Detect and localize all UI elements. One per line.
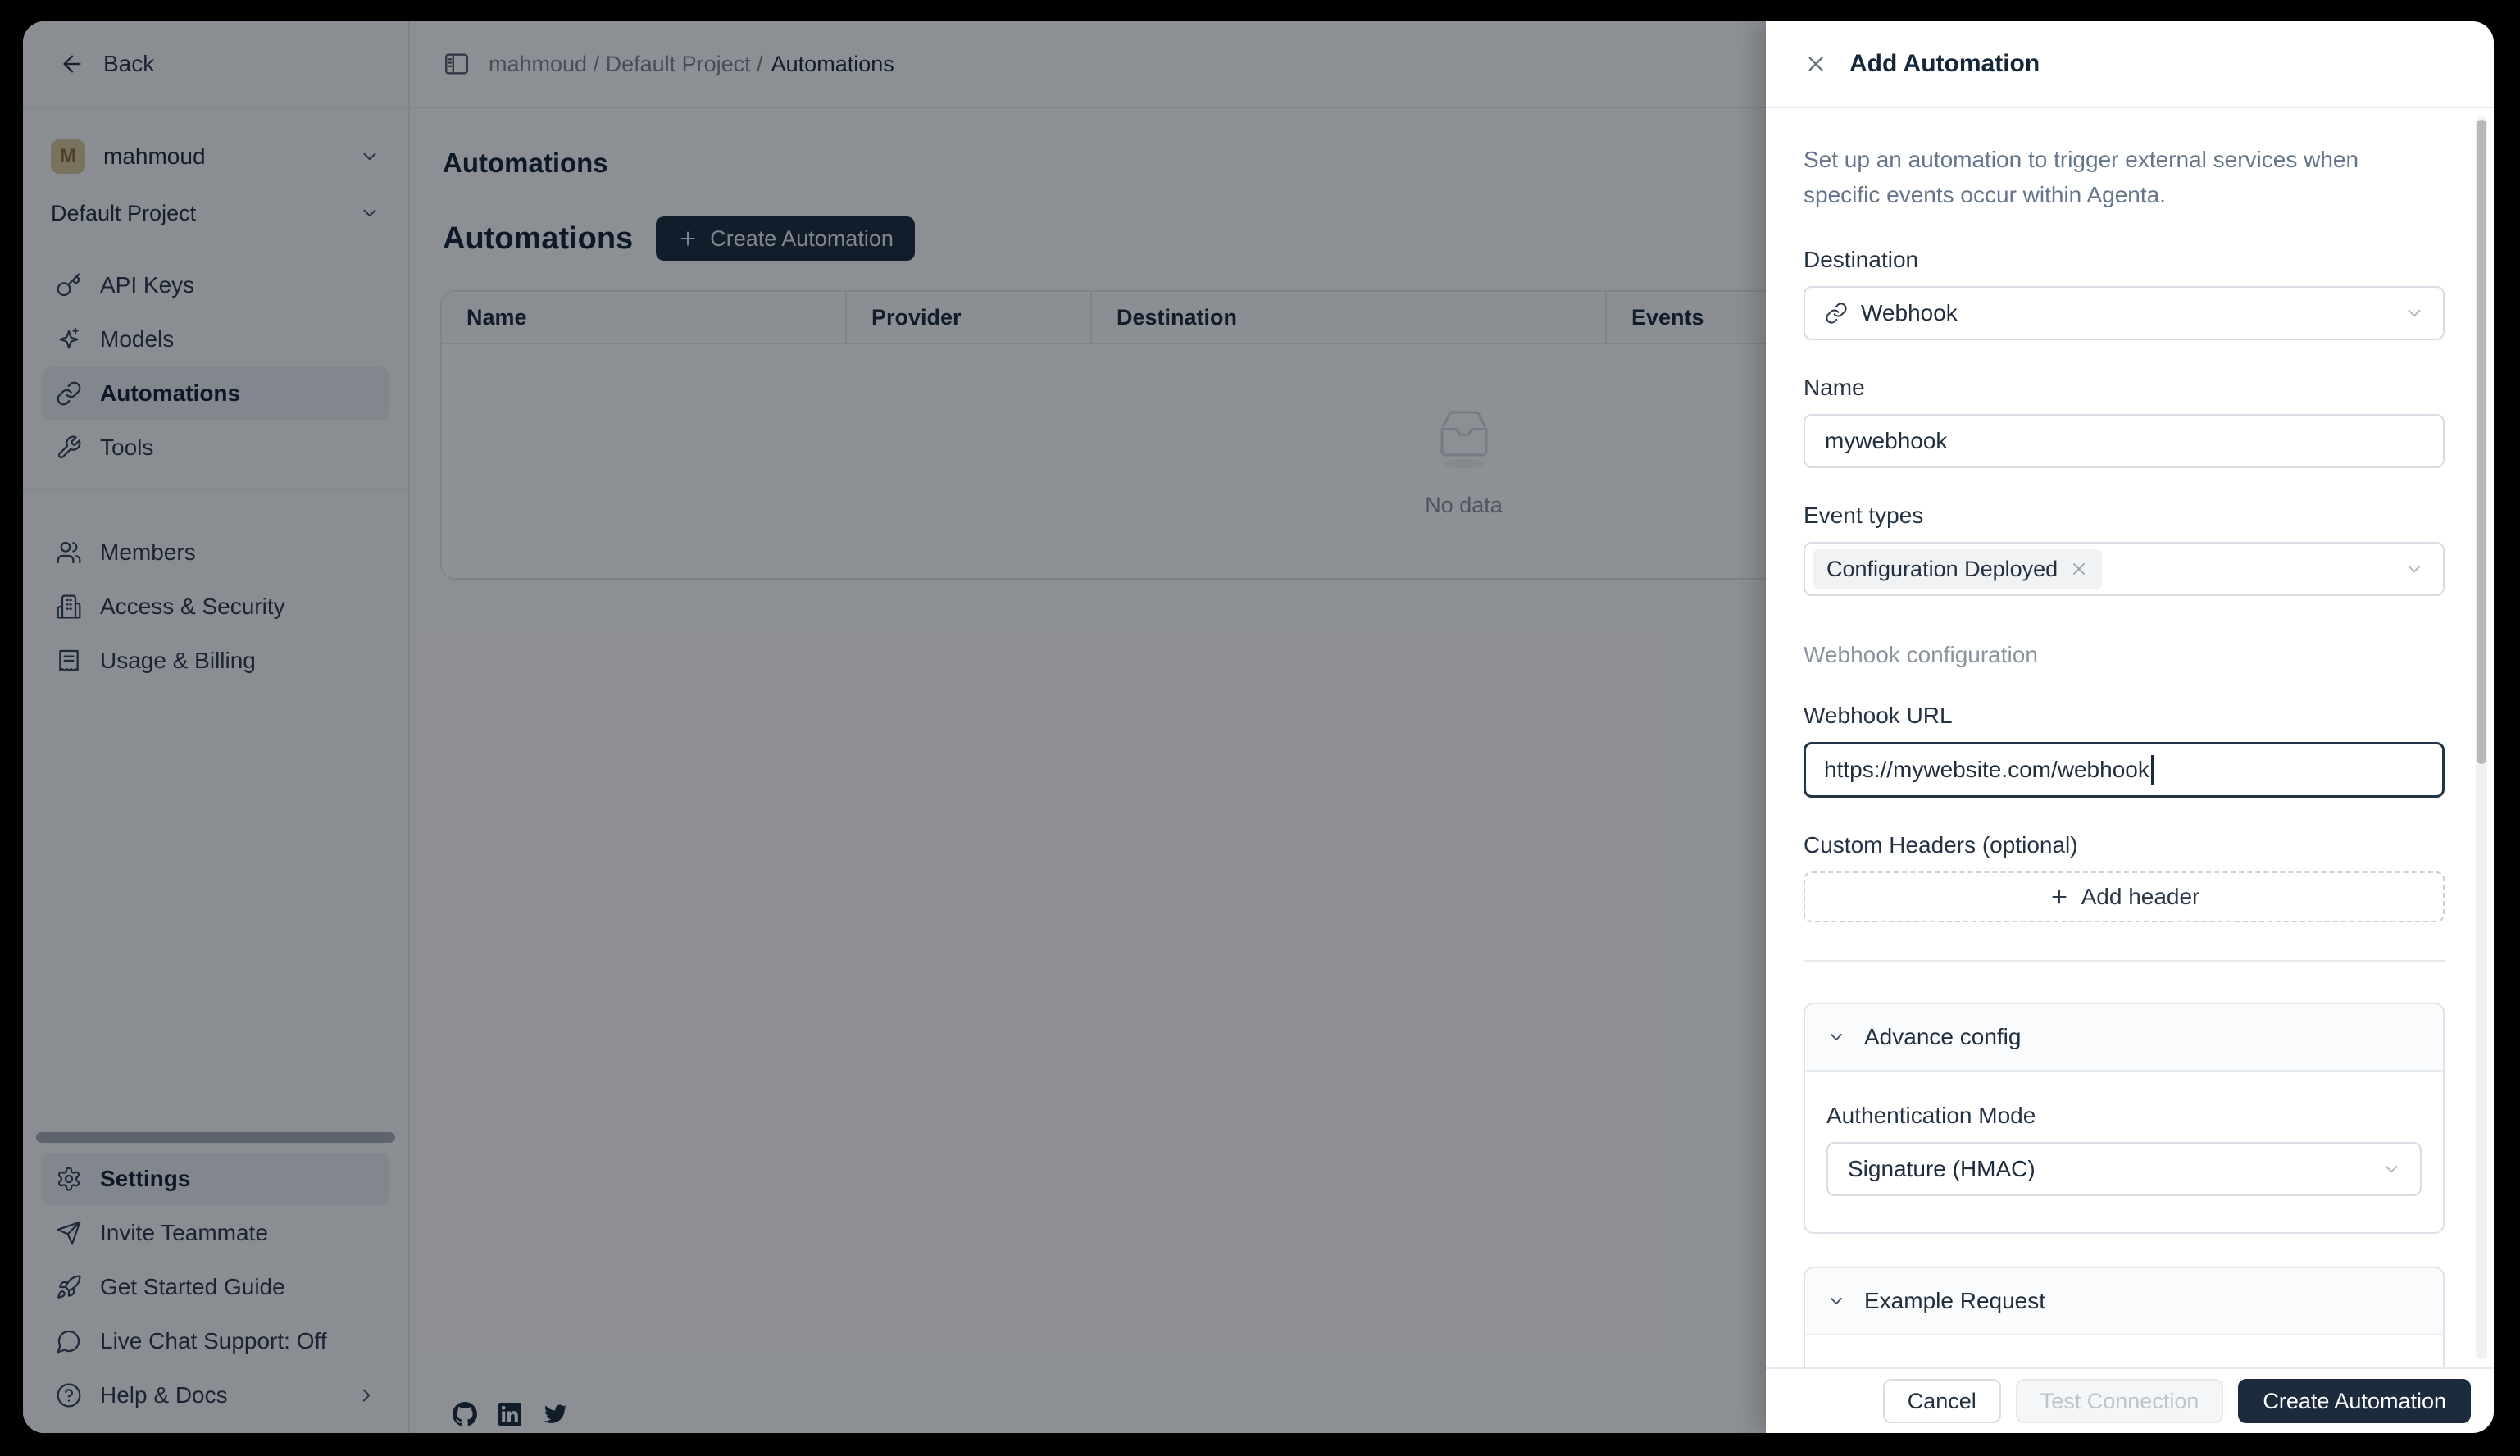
add-automation-drawer: Add Automation Set up an automation to t… <box>1766 21 2494 1433</box>
close-icon[interactable] <box>1804 52 1828 76</box>
chevron-down-icon <box>2404 558 2425 580</box>
drawer-body: Set up an automation to trigger external… <box>1766 108 2494 1367</box>
event-type-tag: Configuration Deployed <box>1813 549 2102 589</box>
advance-config-panel: Advance config Authentication Mode Signa… <box>1804 1003 2445 1234</box>
example-request-title: Example Request <box>1864 1288 2045 1314</box>
link-icon <box>1825 302 1848 325</box>
webhook-configuration-label: Webhook configuration <box>1804 642 2443 668</box>
webhook-url-value: https://mywebsite.com/webhook <box>1824 757 2149 783</box>
chevron-down-icon <box>1826 1027 1846 1047</box>
example-request-panel: Example Request EXAMPLE HTTP REQUEST POS… <box>1804 1267 2445 1367</box>
drawer-title: Add Automation <box>1849 50 2040 78</box>
create-automation-submit-button[interactable]: Create Automation <box>2238 1379 2471 1423</box>
event-types-label: Event types <box>1804 503 2443 529</box>
drawer-description: Set up an automation to trigger external… <box>1804 143 2427 212</box>
drawer-scrollbar-thumb[interactable] <box>2477 120 2486 764</box>
chevron-down-icon <box>2404 303 2425 324</box>
example-request-header[interactable]: Example Request <box>1805 1268 2443 1335</box>
remove-tag-icon[interactable] <box>2069 559 2089 579</box>
webhook-url-label: Webhook URL <box>1804 703 2443 729</box>
destination-value: Webhook <box>1861 300 1958 326</box>
authentication-mode-label: Authentication Mode <box>1826 1103 2422 1129</box>
cancel-button[interactable]: Cancel <box>1883 1379 2001 1423</box>
authentication-mode-select[interactable]: Signature (HMAC) <box>1826 1142 2422 1196</box>
name-input[interactable] <box>1804 414 2445 468</box>
add-header-button[interactable]: Add header <box>1804 871 2445 922</box>
webhook-url-input[interactable]: https://mywebsite.com/webhook <box>1804 742 2445 798</box>
plus-icon <box>2049 886 2070 908</box>
test-connection-button[interactable]: Test Connection <box>2016 1379 2224 1423</box>
advance-config-header[interactable]: Advance config <box>1805 1004 2443 1072</box>
name-label: Name <box>1804 375 2443 401</box>
add-header-label: Add header <box>2081 884 2200 910</box>
chevron-down-icon <box>2381 1158 2402 1180</box>
event-type-tag-label: Configuration Deployed <box>1826 557 2058 582</box>
event-types-select[interactable]: Configuration Deployed <box>1804 542 2445 596</box>
drawer-scrollbar[interactable] <box>2476 116 2487 1359</box>
text-caret <box>2151 755 2154 785</box>
chevron-down-icon <box>1826 1291 1846 1311</box>
destination-label: Destination <box>1804 247 2443 273</box>
drawer-header: Add Automation <box>1766 21 2494 108</box>
advance-config-title: Advance config <box>1864 1024 2021 1050</box>
drawer-footer: Cancel Test Connection Create Automation <box>1766 1367 2494 1433</box>
destination-select[interactable]: Webhook <box>1804 286 2445 340</box>
authentication-mode-value: Signature (HMAC) <box>1848 1156 2036 1182</box>
app-window: Back M mahmoud Default Project <box>23 21 2494 1433</box>
custom-headers-label: Custom Headers (optional) <box>1804 832 2443 858</box>
section-divider <box>1804 960 2445 962</box>
